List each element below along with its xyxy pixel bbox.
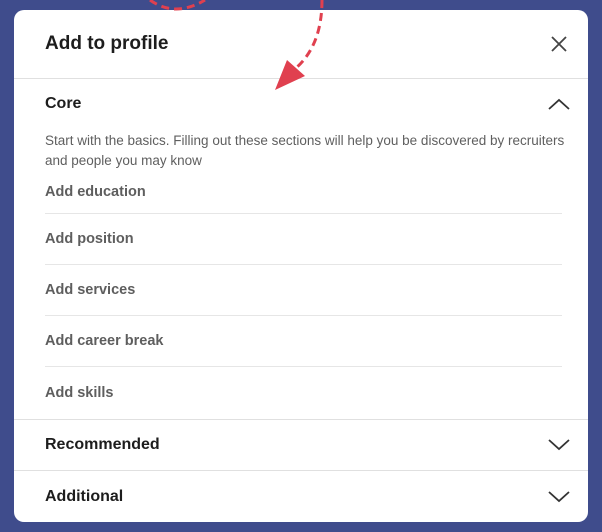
add-skills-item[interactable]: Add skills bbox=[45, 367, 562, 419]
modal-header: Add to profile bbox=[14, 10, 588, 79]
section-recommended-header[interactable]: Recommended bbox=[14, 420, 588, 470]
close-icon bbox=[551, 36, 567, 52]
section-additional-header[interactable]: Additional bbox=[14, 471, 588, 522]
section-core-header[interactable]: Core bbox=[14, 79, 588, 129]
section-additional-title: Additional bbox=[45, 487, 124, 505]
core-items-list: Add education Add position Add services … bbox=[14, 171, 588, 419]
chevron-up-icon bbox=[544, 92, 574, 116]
add-position-item[interactable]: Add position bbox=[45, 214, 562, 265]
section-recommended-title: Recommended bbox=[45, 436, 160, 453]
section-core-description: Start with the basics. Filling out these… bbox=[45, 133, 565, 168]
chevron-down-icon bbox=[544, 433, 574, 457]
add-services-item[interactable]: Add services bbox=[45, 265, 562, 316]
section-core-title: Core bbox=[45, 95, 82, 112]
add-education-item[interactable]: Add education bbox=[45, 171, 562, 214]
add-to-profile-modal: Add to profile Core Start with the basic… bbox=[14, 10, 588, 522]
add-career-break-item[interactable]: Add career break bbox=[45, 316, 562, 367]
modal-title: Add to profile bbox=[45, 33, 169, 54]
close-button[interactable] bbox=[544, 29, 574, 59]
chevron-down-icon bbox=[544, 485, 574, 509]
